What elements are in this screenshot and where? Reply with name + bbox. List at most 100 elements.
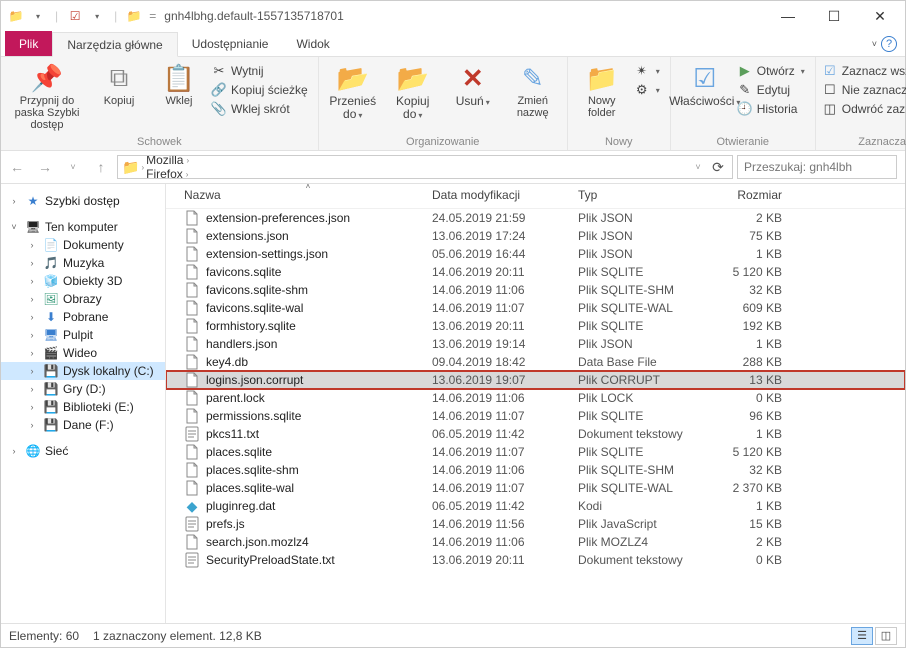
up-button[interactable]: ↑	[89, 155, 113, 179]
rename-button[interactable]: ✎Zmień nazwę	[505, 59, 561, 121]
nav-network[interactable]: ›🌐Sieć	[1, 442, 165, 460]
column-size[interactable]: Rozmiar	[702, 188, 782, 202]
file-row[interactable]: parent.lock14.06.2019 11:06Plik LOCK0 KB	[166, 389, 905, 407]
new-item-button[interactable]: ✴▾	[634, 63, 660, 79]
file-row[interactable]: places.sqlite-shm14.06.2019 11:06Plik SQ…	[166, 461, 905, 479]
search-input[interactable]: Przeszukaj: gnh4lbh	[737, 155, 897, 179]
nav-documents[interactable]: ›📄Dokumenty	[1, 236, 165, 254]
file-row[interactable]: places.sqlite14.06.2019 11:07Plik SQLITE…	[166, 443, 905, 461]
column-date[interactable]: Data modyfikacji	[432, 188, 578, 202]
file-row[interactable]: SecurityPreloadState.txt13.06.2019 20:11…	[166, 551, 905, 569]
file-row[interactable]: logins.json.corrupt13.06.2019 19:07Plik …	[166, 371, 905, 389]
tab-file[interactable]: Plik	[5, 31, 52, 56]
edit-button[interactable]: ✎Edytuj	[737, 82, 805, 98]
nav-3d-objects[interactable]: ›🧊Obiekty 3D	[1, 272, 165, 290]
nav-drive-d[interactable]: ›💾Gry (D:)	[1, 380, 165, 398]
paste-shortcut-button[interactable]: 📎Wklej skrót	[211, 101, 308, 117]
tab-share[interactable]: Udostępnianie	[178, 31, 283, 56]
forward-button[interactable]: →	[33, 155, 57, 179]
address-bar: ← → ˅ ↑ 📁 › AppData ›Roaming ›Mozilla ›F…	[1, 151, 905, 183]
column-name[interactable]: ˄Nazwa	[184, 188, 432, 202]
down-chevron-icon[interactable]: ▾	[29, 7, 47, 25]
file-row[interactable]: favicons.sqlite-wal14.06.2019 11:07Plik …	[166, 299, 905, 317]
computer-icon: 🖥	[25, 220, 41, 234]
properties-button[interactable]: ☑Właściwości▾	[677, 59, 733, 110]
file-row[interactable]: favicons.sqlite-shm14.06.2019 11:06Plik …	[166, 281, 905, 299]
help-icon[interactable]: ?	[881, 36, 897, 52]
breadcrumb-segment[interactable]: Firefox ›	[146, 167, 331, 179]
file-type: Dokument tekstowy	[578, 553, 702, 567]
recent-locations-button[interactable]: ˅	[61, 155, 85, 179]
nav-downloads[interactable]: ›⬇Pobrane	[1, 308, 165, 326]
nav-drive-e[interactable]: ›💾Biblioteki (E:)	[1, 398, 165, 416]
nav-drive-c[interactable]: ›💾Dysk lokalny (C:)	[1, 362, 165, 380]
down-chevron-icon[interactable]: ▾	[88, 7, 106, 25]
cut-button[interactable]: ✂Wytnij	[211, 63, 308, 79]
tab-view[interactable]: Widok	[282, 31, 343, 56]
file-row[interactable]: formhistory.sqlite13.06.2019 20:11Plik S…	[166, 317, 905, 335]
nav-desktop[interactable]: ›🖥Pulpit	[1, 326, 165, 344]
file-type: Plik SQLITE	[578, 265, 702, 279]
file-row[interactable]: handlers.json13.06.2019 19:14Plik JSON1 …	[166, 335, 905, 353]
breadcrumb-bar[interactable]: 📁 › AppData ›Roaming ›Mozilla ›Firefox ›…	[117, 155, 733, 179]
refresh-button[interactable]: ⟳	[708, 155, 728, 179]
invert-selection-button[interactable]: ◫Odwróć zaznaczenie	[822, 101, 906, 117]
tab-home[interactable]: Narzędzia główne	[52, 32, 177, 57]
file-list[interactable]: extension-preferences.json24.05.2019 21:…	[166, 209, 905, 623]
back-button[interactable]: ←	[5, 155, 29, 179]
easy-access-button[interactable]: ⚙▾	[634, 82, 660, 98]
file-row[interactable]: permissions.sqlite14.06.2019 11:07Plik S…	[166, 407, 905, 425]
file-row[interactable]: extensions.json13.06.2019 17:24Plik JSON…	[166, 227, 905, 245]
nav-music[interactable]: ›🎵Muzyka	[1, 254, 165, 272]
copy-button[interactable]: ⧉ Kopiuj	[91, 59, 147, 109]
file-icon	[184, 426, 200, 442]
minimize-button[interactable]: —	[765, 1, 811, 31]
maximize-button[interactable]: ☐	[811, 1, 857, 31]
collapse-icon[interactable]: ˅	[7, 222, 21, 232]
dropdown-button[interactable]: ˅	[690, 155, 706, 179]
pin-quick-access-button[interactable]: 📌 Przypnij do paska Szybki dostęp	[7, 59, 87, 133]
collapse-ribbon-icon[interactable]: ˅	[872, 39, 877, 49]
nav-videos[interactable]: ›🎬Wideo	[1, 344, 165, 362]
file-row[interactable]: ◆pluginreg.dat06.05.2019 11:42Kodi1 KB	[166, 497, 905, 515]
file-icon	[184, 444, 200, 460]
file-row[interactable]: search.json.mozlz414.06.2019 11:06Plik M…	[166, 533, 905, 551]
nav-quick-access[interactable]: ›★Szybki dostęp	[1, 192, 165, 210]
file-row[interactable]: key4.db09.04.2019 18:42Data Base File288…	[166, 353, 905, 371]
chevron-right-icon[interactable]: ›	[186, 156, 189, 165]
history-button[interactable]: 🕘Historia	[737, 101, 805, 117]
select-all-button[interactable]: ☑Zaznacz wszystko	[822, 63, 906, 79]
file-size: 2 KB	[702, 211, 782, 225]
file-row[interactable]: extension-settings.json05.06.2019 16:44P…	[166, 245, 905, 263]
navigation-pane[interactable]: ›★Szybki dostęp ˅🖥Ten komputer ›📄Dokumen…	[1, 184, 166, 623]
checkbox-checked-icon[interactable]: ☑	[66, 7, 84, 25]
new-folder-button[interactable]: 📁Nowy folder	[574, 59, 630, 121]
close-button[interactable]: ✕	[857, 1, 903, 31]
nav-drive-f[interactable]: ›💾Dane (F:)	[1, 416, 165, 434]
chevron-right-icon[interactable]: ›	[186, 170, 189, 179]
chevron-right-icon[interactable]: ›	[141, 163, 144, 172]
file-row[interactable]: extension-preferences.json24.05.2019 21:…	[166, 209, 905, 227]
paste-button[interactable]: 📋 Wklej	[151, 59, 207, 109]
view-large-icons-button[interactable]: ◫	[875, 627, 897, 645]
file-icon	[184, 282, 200, 298]
nav-pictures[interactable]: ›🖼Obrazy	[1, 290, 165, 308]
open-button[interactable]: ▶Otwórz▾	[737, 63, 805, 79]
file-row[interactable]: pkcs11.txt06.05.2019 11:42Dokument tekst…	[166, 425, 905, 443]
file-type: Plik SQLITE-SHM	[578, 463, 702, 477]
move-to-button[interactable]: 📂Przenieś do▾	[325, 59, 381, 123]
copy-path-button[interactable]: 🔗Kopiuj ścieżkę	[211, 82, 308, 98]
group-open: ☑Właściwości▾ ▶Otwórz▾ ✎Edytuj 🕘Historia…	[671, 57, 816, 150]
select-none-button[interactable]: ☐Nie zaznaczaj nic	[822, 82, 906, 98]
nav-this-pc[interactable]: ˅🖥Ten komputer	[1, 218, 165, 236]
file-row[interactable]: places.sqlite-wal14.06.2019 11:07Plik SQ…	[166, 479, 905, 497]
breadcrumb-segment[interactable]: Mozilla ›	[146, 155, 331, 167]
file-row[interactable]: favicons.sqlite14.06.2019 20:11Plik SQLI…	[166, 263, 905, 281]
expand-icon[interactable]: ›	[7, 196, 21, 206]
file-date: 14.06.2019 11:06	[432, 535, 578, 549]
delete-button[interactable]: ✕Usuń▾	[445, 59, 501, 110]
copy-to-button[interactable]: 📂Kopiuj do▾	[385, 59, 441, 123]
file-row[interactable]: prefs.js14.06.2019 11:56Plik JavaScript1…	[166, 515, 905, 533]
view-details-button[interactable]: ☰	[851, 627, 873, 645]
column-type[interactable]: Typ	[578, 188, 702, 202]
